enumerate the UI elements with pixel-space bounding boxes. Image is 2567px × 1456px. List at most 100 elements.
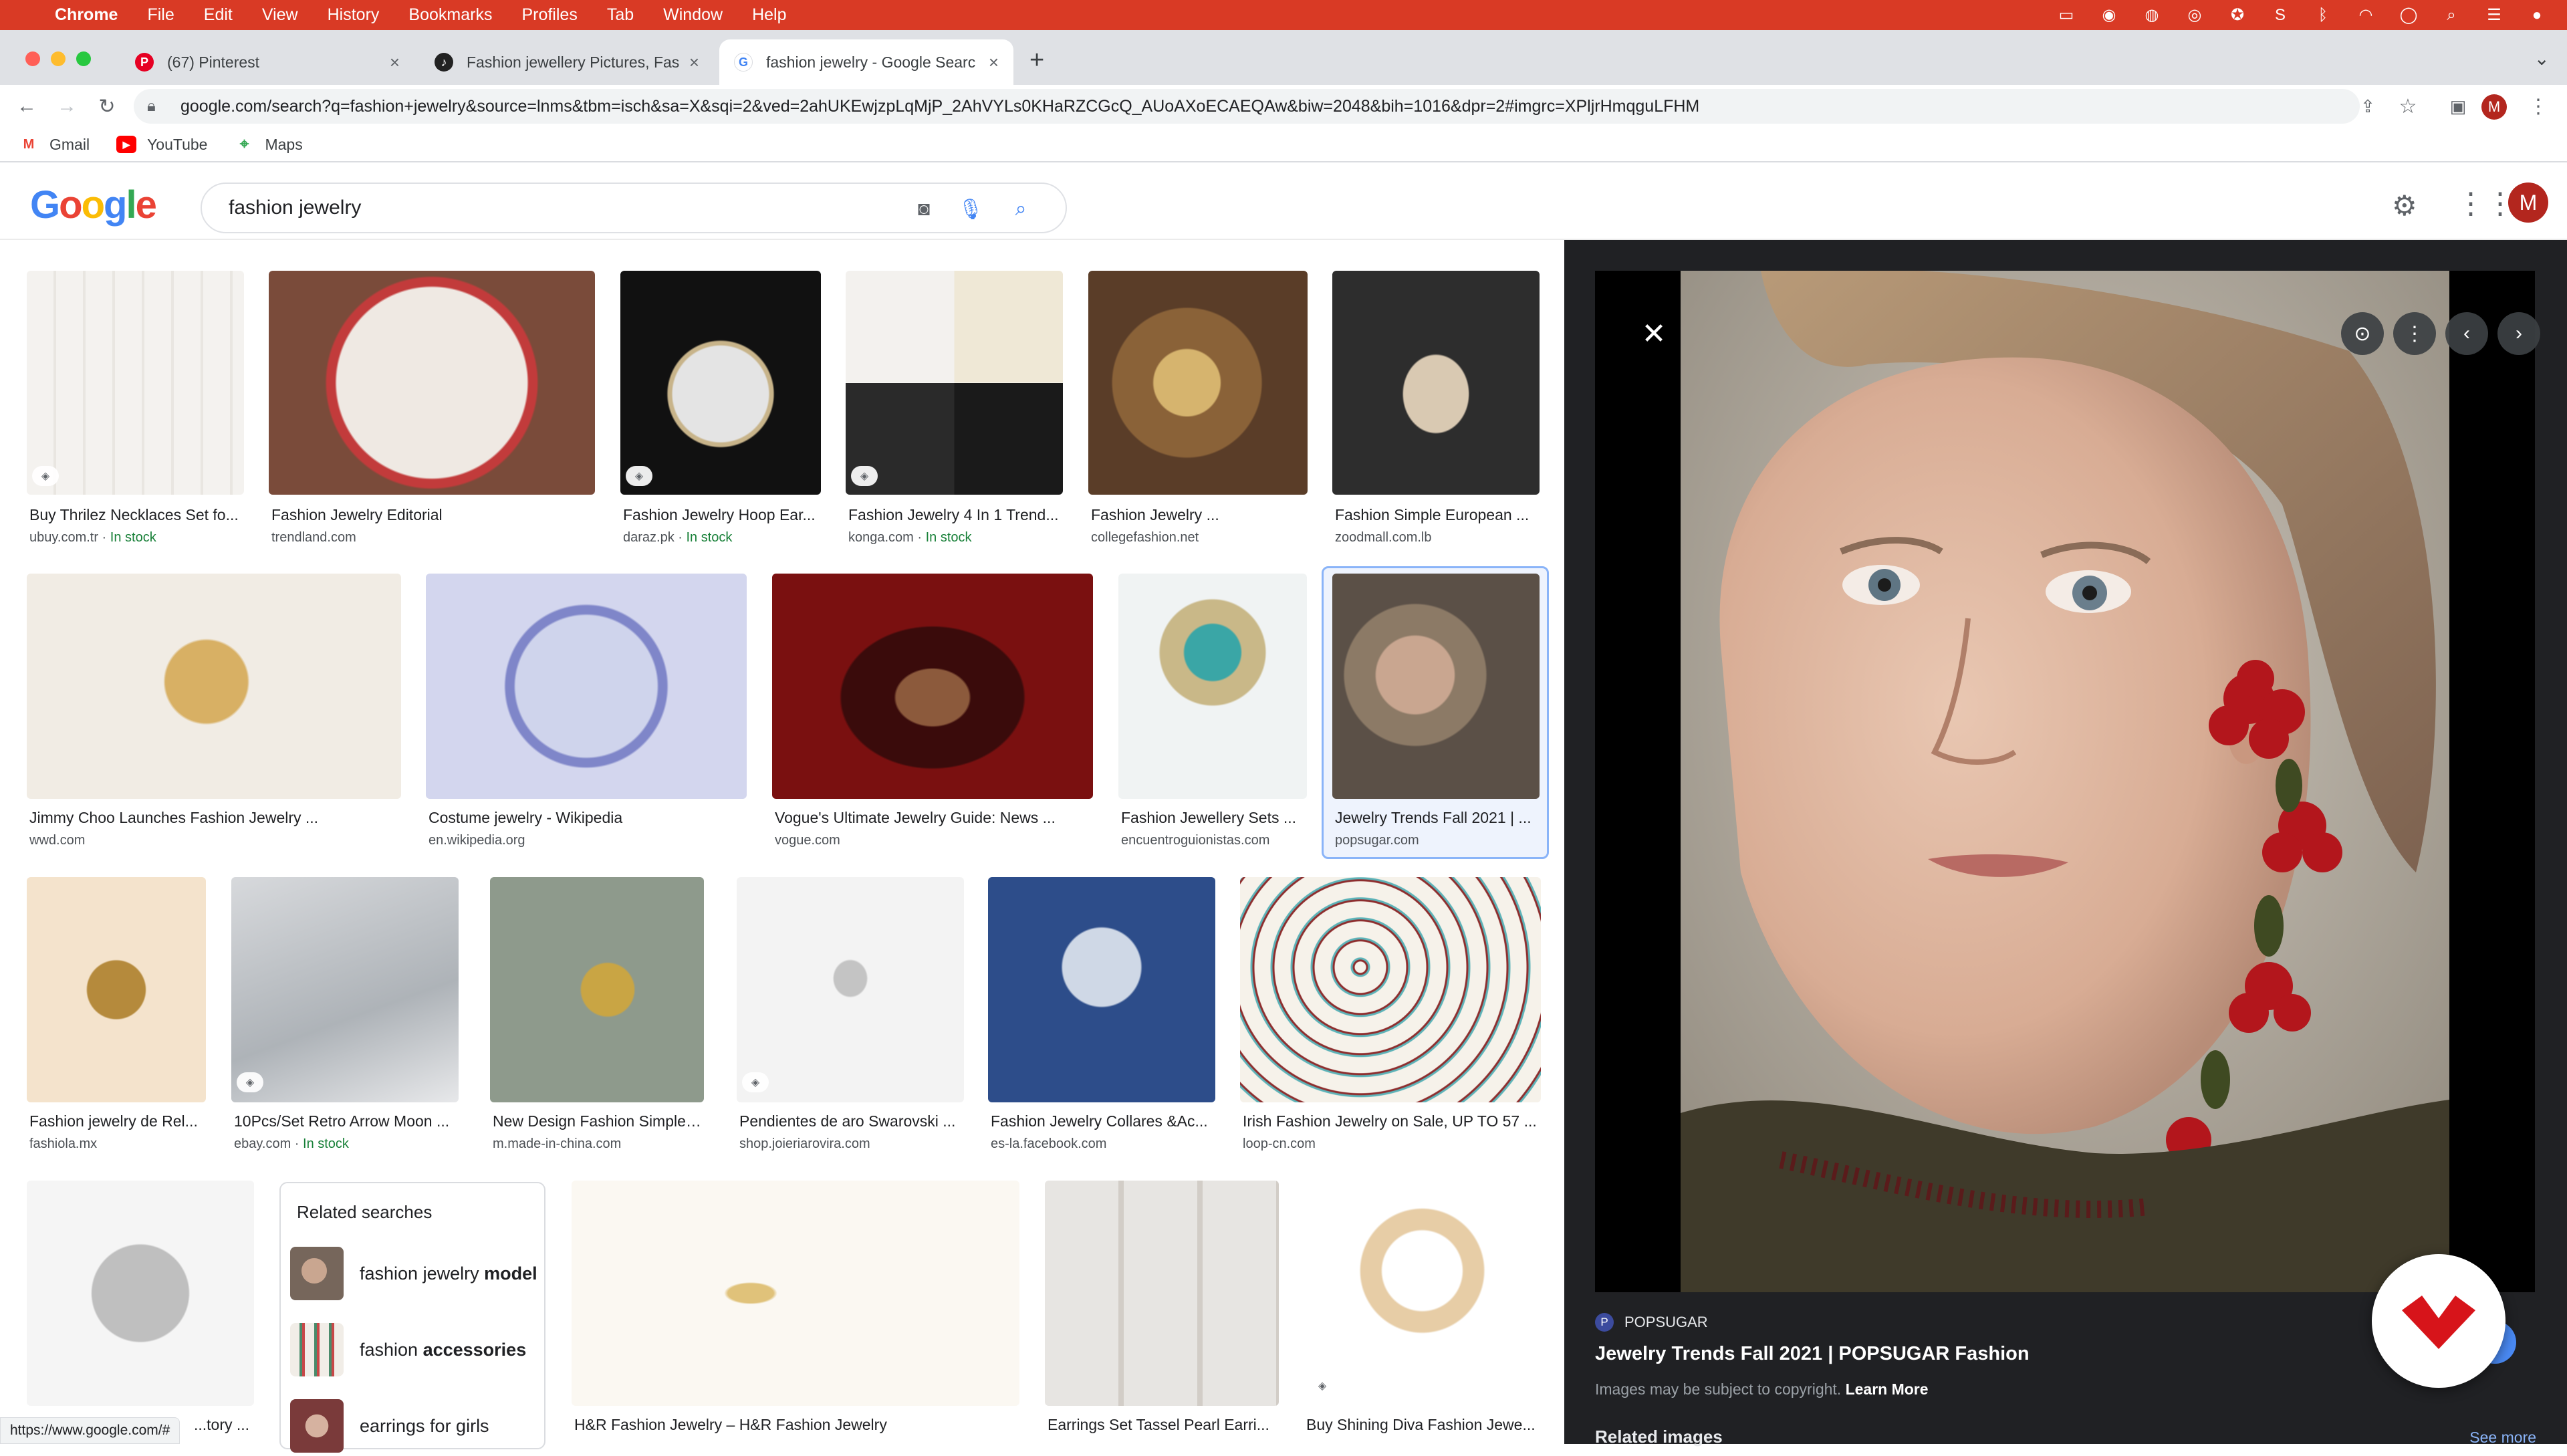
result-thumbnail[interactable] — [772, 574, 1093, 799]
menu-window[interactable]: Window — [663, 5, 723, 25]
camera-icon[interactable]: ◙ — [910, 196, 937, 223]
menu-history[interactable]: History — [328, 5, 380, 25]
spotlight-search-icon[interactable]: ⌕ — [2441, 5, 2461, 25]
result-title[interactable]: Vogue's Ultimate Jewelry Guide: News ... — [775, 809, 1093, 827]
search-input[interactable]: fashion jewelry — [229, 197, 361, 219]
result-thumbnail[interactable] — [231, 877, 459, 1102]
tab-fashion-jewellery-pictures[interactable]: ♪ Fashion jewellery Pictures, Fas × — [420, 39, 714, 85]
result-title[interactable]: Buy Shining Diva Fashion Jewe... — [1306, 1416, 1541, 1434]
result-title[interactable]: Irish Fashion Jewelry on Sale, UP TO 57 … — [1243, 1112, 1541, 1130]
maximize-window-button[interactable] — [76, 51, 91, 66]
tab-close-icon[interactable]: × — [390, 52, 400, 73]
result-thumbnail[interactable] — [27, 574, 401, 799]
related-search-label[interactable]: earrings for girls — [360, 1416, 489, 1437]
result-title[interactable]: Earrings Set Tassel Pearl Earri... — [1048, 1416, 1279, 1434]
learn-more-link[interactable]: Learn More — [1846, 1380, 1929, 1398]
bookmark-star-icon[interactable]: ☆ — [2393, 92, 2423, 121]
extension-icon[interactable]: ✪ — [2227, 5, 2247, 25]
result-thumbnail[interactable] — [1304, 1181, 1541, 1406]
result-thumbnail[interactable] — [27, 1181, 254, 1406]
menu-profiles[interactable]: Profiles — [521, 5, 577, 25]
lens-search-icon[interactable]: ⊙ — [2341, 312, 2384, 355]
tab-pinterest[interactable]: P (67) Pinterest × — [120, 39, 414, 85]
result-title[interactable]: Fashion Jewelry Editorial — [271, 506, 592, 524]
related-search-item[interactable]: fashion jewelry model — [290, 1243, 537, 1304]
search-icon[interactable]: ⌕ — [1007, 196, 1034, 223]
result-title[interactable]: Fashion Jewelry Collares &Ac... — [991, 1112, 1215, 1130]
result-thumbnail[interactable] — [1045, 1181, 1279, 1406]
menu-view[interactable]: View — [262, 5, 298, 25]
result-thumbnail[interactable] — [1118, 574, 1307, 799]
profile-avatar-icon[interactable]: M — [2481, 94, 2507, 120]
user-icon[interactable]: ◯ — [2399, 5, 2419, 25]
result-title[interactable]: Fashion Simple European ... — [1335, 506, 1540, 524]
menu-bookmarks[interactable]: Bookmarks — [408, 5, 492, 25]
result-thumbnail[interactable] — [490, 877, 704, 1102]
result-title[interactable]: Jimmy Choo Launches Fashion Jewelry ... — [29, 809, 400, 827]
result-title[interactable]: Fashion Jewellery Sets ... — [1121, 809, 1307, 827]
result-title[interactable]: Buy Thrilez Necklaces Set fo... — [29, 506, 243, 524]
result-title[interactable]: Costume jewelry - Wikipedia — [429, 809, 747, 827]
related-search-item[interactable]: fashion accessories — [290, 1320, 537, 1380]
search-box[interactable]: fashion jewelry ◙ 🎙︎ ⌕ — [201, 183, 1067, 233]
tab-search-icon[interactable]: ⌄ — [2534, 47, 2550, 70]
related-search-label[interactable]: fashion accessories — [360, 1340, 526, 1360]
reload-icon[interactable]: ↻ — [92, 92, 122, 121]
result-thumbnail[interactable] — [1332, 271, 1540, 495]
result-title[interactable]: ...tory ... — [194, 1416, 261, 1434]
microphone-icon[interactable]: 🎙︎ — [957, 196, 984, 223]
back-icon[interactable]: ← — [12, 92, 41, 121]
result-title[interactable]: H&R Fashion Jewelry – H&R Fashion Jewelr… — [574, 1416, 1019, 1434]
tab-close-icon[interactable]: × — [989, 52, 999, 73]
result-thumbnail[interactable] — [27, 271, 244, 495]
result-thumbnail[interactable] — [1240, 877, 1541, 1102]
settings-gear-icon[interactable]: ⚙ — [2392, 189, 2417, 222]
menu-tab[interactable]: Tab — [607, 5, 634, 25]
result-title[interactable]: Fashion jewelry de Rel... — [29, 1112, 206, 1130]
screen-mirror-icon[interactable]: ▭ — [2056, 5, 2076, 25]
vivaldi-style-floating-badge[interactable] — [2372, 1254, 2505, 1388]
result-thumbnail[interactable] — [27, 877, 206, 1102]
menu-file[interactable]: File — [147, 5, 174, 25]
result-thumbnail[interactable] — [737, 877, 964, 1102]
result-thumbnail[interactable] — [1332, 574, 1540, 799]
result-title[interactable]: Jewelry Trends Fall 2021 | ... — [1335, 809, 1540, 827]
close-preview-icon[interactable]: ✕ — [1632, 312, 1675, 355]
bookmark-youtube[interactable]: ▶ YouTube — [116, 136, 207, 154]
result-title[interactable]: Pendientes de aro Swarovski ... — [739, 1112, 964, 1130]
wifi-icon[interactable]: ◠ — [2356, 5, 2376, 25]
share-icon[interactable]: ⇪ — [2353, 92, 2382, 121]
address-bar[interactable]: 🔒︎ google.com/search?q=fashion+jewelry&s… — [134, 89, 2360, 124]
siri-icon[interactable]: ● — [2527, 5, 2547, 25]
lock-icon[interactable]: 🔒︎ — [147, 97, 156, 116]
meeting-icon[interactable]: ◍ — [2142, 5, 2162, 25]
result-thumbnail[interactable] — [426, 574, 747, 799]
result-title[interactable]: New Design Fashion Simple E... — [493, 1112, 704, 1130]
preview-source[interactable]: P POPSUGAR — [1595, 1313, 1708, 1332]
minimize-window-button[interactable] — [51, 51, 66, 66]
app-status-icon[interactable]: ◉ — [2099, 5, 2119, 25]
result-thumbnail[interactable] — [846, 271, 1063, 495]
bookmark-maps[interactable]: ⌖ Maps — [234, 135, 303, 154]
preview-image[interactable] — [1681, 271, 2449, 1292]
result-title[interactable]: 10Pcs/Set Retro Arrow Moon ... — [234, 1112, 459, 1130]
result-thumbnail[interactable] — [988, 877, 1215, 1102]
menu-help[interactable]: Help — [752, 5, 786, 25]
menu-edit[interactable]: Edit — [204, 5, 233, 25]
bluetooth-icon[interactable]: ᛒ — [2313, 5, 2333, 25]
result-thumbnail[interactable] — [572, 1181, 1019, 1406]
previous-image-icon[interactable]: ‹ — [2445, 312, 2488, 355]
result-thumbnail[interactable] — [620, 271, 821, 495]
avatar[interactable]: M — [2508, 183, 2548, 223]
scripts-icon[interactable]: S — [2270, 5, 2290, 25]
related-search-item[interactable]: earrings for girls — [290, 1396, 537, 1456]
google-logo[interactable]: Google — [30, 183, 157, 227]
related-search-label[interactable]: fashion jewelry model — [360, 1263, 537, 1284]
forward-icon[interactable]: → — [52, 92, 82, 121]
close-window-button[interactable] — [25, 51, 40, 66]
result-title[interactable]: Fashion Jewelry ... — [1091, 506, 1308, 524]
new-tab-button[interactable]: + — [1029, 46, 1044, 75]
browser-menu-icon[interactable]: ⋮ — [2524, 92, 2553, 121]
side-panel-icon[interactable]: ▣ — [2443, 92, 2473, 121]
sync-icon[interactable]: ◎ — [2185, 5, 2205, 25]
